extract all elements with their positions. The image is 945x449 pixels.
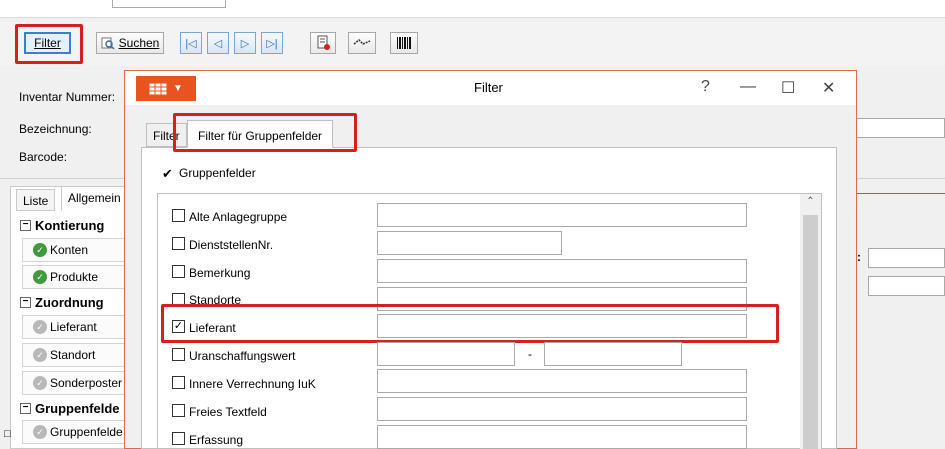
collapse-icon[interactable]: − bbox=[20, 402, 31, 414]
help-icon[interactable]: ? bbox=[701, 78, 710, 96]
search-icon bbox=[101, 37, 115, 50]
tree-item-lieferant[interactable]: ✓ Lieferant bbox=[22, 315, 130, 339]
close-icon[interactable]: ✕ bbox=[822, 78, 835, 98]
detail-colon: : bbox=[857, 250, 861, 264]
tree-group-label: Zuordnung bbox=[35, 294, 104, 310]
field-input-erfassung[interactable] bbox=[377, 425, 747, 449]
tab-allgemein[interactable]: Allgemein bbox=[61, 186, 128, 211]
field-checkbox-innere-verrechnung[interactable] bbox=[172, 376, 185, 389]
collapse-icon[interactable]: − bbox=[20, 219, 31, 231]
check-circle-icon: ✓ bbox=[33, 376, 47, 390]
field-input-alte-anlagegruppe[interactable] bbox=[377, 203, 747, 227]
tree-item-label: Sonderposter bbox=[50, 376, 123, 390]
detail-input-2[interactable] bbox=[868, 276, 945, 296]
collapse-icon[interactable]: − bbox=[20, 296, 31, 308]
check-circle-icon: ✓ bbox=[33, 270, 47, 284]
field-label-freies-textfeld: Freies Textfeld bbox=[189, 405, 267, 419]
tree-item-label: Gruppenfelde bbox=[50, 425, 123, 439]
tree-item-label: Standort bbox=[50, 348, 96, 362]
tree-group-zuordnung[interactable]: − Zuordnung bbox=[20, 293, 130, 311]
field-input-uranschaffungswert-to[interactable] bbox=[544, 342, 682, 366]
field-input-uranschaffungswert-from[interactable] bbox=[377, 342, 515, 366]
range-separator: - bbox=[528, 347, 532, 361]
tree-item-standort[interactable]: ✓ Standort bbox=[22, 343, 130, 367]
tree-item-sonderposten[interactable]: ✓ Sonderposter bbox=[22, 371, 130, 395]
previous-record-icon: ◁ bbox=[213, 37, 223, 50]
check-circle-icon: ✓ bbox=[33, 425, 47, 439]
field-checkbox-freies-textfeld[interactable] bbox=[172, 404, 185, 417]
field-label-bemerkung: Bemerkung bbox=[189, 266, 251, 280]
gruppenfelder-checkbox[interactable]: ✔ bbox=[161, 167, 174, 180]
field-label-uranschaffungswert: Uranschaffungswert bbox=[189, 349, 296, 363]
inventar-nummer-label: Inventar Nummer: bbox=[19, 90, 116, 104]
field-input-bemerkung[interactable] bbox=[377, 259, 747, 283]
field-input-innere-verrechnung[interactable] bbox=[377, 369, 747, 393]
previous-record-button[interactable]: ◁ bbox=[207, 32, 229, 54]
suchen-button-label: Suchen bbox=[118, 36, 160, 50]
print-icon bbox=[317, 35, 330, 50]
scrollbar-thumb[interactable] bbox=[803, 215, 818, 449]
tree-group-gruppenfelder[interactable]: − Gruppenfelde bbox=[20, 399, 130, 417]
lieferant-row-highlight bbox=[161, 304, 779, 343]
tab-highlight bbox=[173, 113, 357, 152]
field-checkbox-uranschaffungswert[interactable] bbox=[172, 348, 185, 361]
gruppenfelder-label: Gruppenfelder bbox=[179, 166, 256, 180]
tree-item-label: Konten bbox=[50, 243, 89, 257]
bezeichnung-label: Bezeichnung: bbox=[19, 122, 92, 136]
tab-liste[interactable]: Liste bbox=[16, 189, 56, 211]
tree-item-produkte[interactable]: ✓ Produkte bbox=[22, 265, 130, 289]
tree-group-kontierung[interactable]: − Kontierung bbox=[20, 216, 130, 234]
barcode-button[interactable] bbox=[390, 32, 418, 54]
field-label-dienststellennr: DienststellenNr. bbox=[189, 238, 274, 252]
field-label-alte-anlagegruppe: Alte Anlagegruppe bbox=[189, 210, 288, 224]
maximize-icon[interactable]: ☐ bbox=[781, 78, 795, 98]
table-icon bbox=[149, 82, 168, 95]
field-label-erfassung: Erfassung bbox=[189, 433, 244, 447]
check-circle-icon: ✓ bbox=[33, 348, 47, 362]
next-record-icon: ▷ bbox=[240, 37, 250, 50]
barcode-icon bbox=[397, 37, 411, 49]
tree-group-label: Kontierung bbox=[35, 217, 105, 233]
first-record-button[interactable]: |◁ bbox=[180, 32, 202, 54]
suchen-button[interactable]: Suchen bbox=[96, 32, 164, 54]
detail-input-1[interactable] bbox=[868, 248, 945, 268]
print-button[interactable] bbox=[310, 32, 336, 54]
dialog-menu-button[interactable]: ▼ bbox=[136, 76, 196, 101]
field-checkbox-alte-anlagegruppe[interactable] bbox=[172, 209, 185, 222]
tree-item-label: Lieferant bbox=[50, 320, 97, 334]
link-button[interactable] bbox=[348, 32, 376, 54]
first-record-icon: |◁ bbox=[185, 37, 197, 50]
dialog-title: Filter bbox=[474, 80, 503, 95]
tree-group-label: Gruppenfelde bbox=[35, 400, 120, 416]
field-checkbox-bemerkung[interactable] bbox=[172, 265, 185, 278]
check-circle-icon: ✓ bbox=[33, 320, 47, 334]
top-input-field[interactable] bbox=[112, 0, 226, 8]
link-icon bbox=[353, 38, 371, 45]
field-input-freies-textfeld[interactable] bbox=[377, 397, 747, 421]
next-record-button[interactable]: ▷ bbox=[234, 32, 256, 54]
check-circle-icon: ✓ bbox=[33, 243, 47, 257]
right-panel-line bbox=[856, 193, 945, 194]
scroll-up-icon[interactable]: ⌃ bbox=[803, 196, 818, 212]
tree-edge-marker: □ bbox=[4, 428, 11, 440]
last-record-button[interactable]: ▷| bbox=[261, 32, 283, 54]
tree-item-label: Produkte bbox=[50, 270, 99, 284]
tree-item-gruppenfelder[interactable]: ✓ Gruppenfelde bbox=[22, 420, 130, 444]
field-checkbox-erfassung[interactable] bbox=[172, 432, 185, 445]
barcode-label: Barcode: bbox=[19, 150, 68, 164]
last-record-icon: ▷| bbox=[266, 37, 278, 50]
field-input-dienststellennr[interactable] bbox=[377, 231, 562, 255]
field-checkbox-dienststellennr[interactable] bbox=[172, 237, 185, 250]
field-label-innere-verrechnung: Innere Verrechnung IuK bbox=[189, 377, 316, 391]
bezeichnung-input[interactable] bbox=[856, 118, 945, 138]
tree-item-konten[interactable]: ✓ Konten bbox=[22, 238, 130, 262]
dropdown-arrow-icon: ▼ bbox=[173, 83, 183, 94]
minimize-icon[interactable]: — bbox=[740, 78, 756, 96]
filter-button-highlight bbox=[15, 24, 83, 64]
